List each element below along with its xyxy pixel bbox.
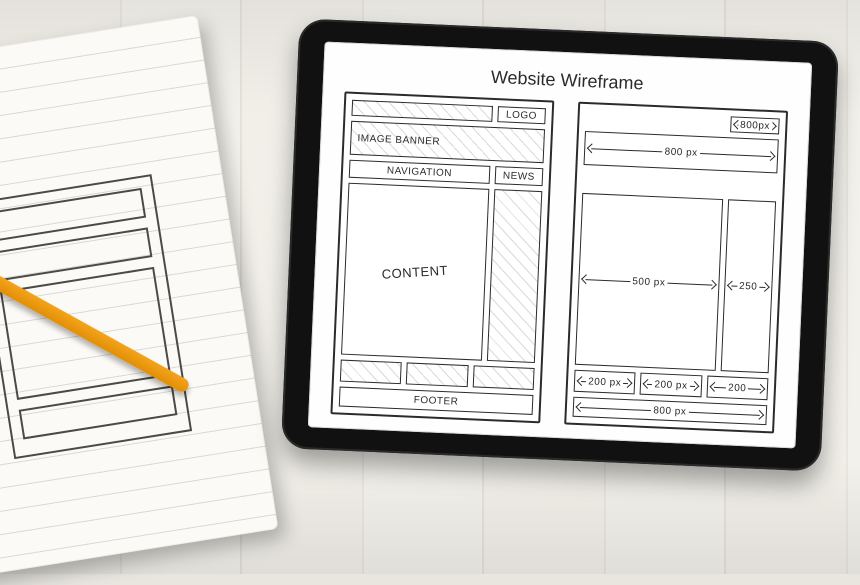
logo-label: LOGO [497, 106, 546, 124]
dim-width-side: 250 [720, 199, 776, 373]
dim-top-small: 800px [730, 116, 779, 134]
dim-col-c: 200 [706, 376, 768, 401]
footer-col-a [340, 360, 402, 385]
image-banner: IMAGE BANNER [350, 121, 545, 163]
content-area: CONTENT [341, 183, 489, 361]
sidebar-area [487, 189, 543, 363]
navigation-bar: NAVIGATION [349, 160, 490, 184]
footer-bar: FOOTER [339, 387, 534, 415]
tablet-screen: Website Wireframe LOGO IMAGE BANNER NAVI… [308, 42, 812, 449]
dim-bottom-full: 800 px [573, 397, 768, 425]
news-box: NEWS [494, 166, 543, 186]
wireframe-frames: LOGO IMAGE BANNER NAVIGATION NEWS CONTEN… [330, 91, 788, 433]
content-label: CONTENT [382, 262, 449, 281]
dim-col-b: 200 px [640, 373, 702, 398]
dim-width-full: 800 px [584, 131, 779, 173]
footer-col-b [406, 362, 468, 387]
footer-col-c [472, 365, 534, 390]
wireframe-dimensions: 800px 800 px 500 px 250 2 [564, 102, 788, 434]
dim-width-main: 500 px [575, 193, 723, 371]
tablet-device: Website Wireframe LOGO IMAGE BANNER NAVI… [281, 18, 839, 471]
wireframe-layout: LOGO IMAGE BANNER NAVIGATION NEWS CONTEN… [330, 91, 554, 423]
dim-col-a: 200 px [574, 370, 636, 395]
notebook-sketch [0, 174, 192, 459]
logo-slot [351, 100, 492, 122]
